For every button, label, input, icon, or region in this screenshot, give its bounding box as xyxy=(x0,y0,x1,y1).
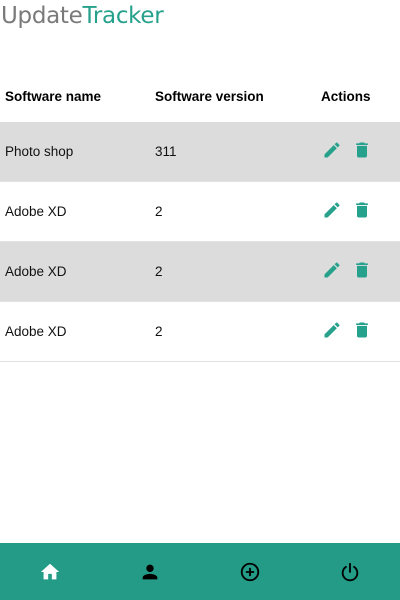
software-table: Software name Software version Actions P… xyxy=(0,72,400,362)
trash-icon[interactable] xyxy=(352,200,372,220)
header-software-version: Software version xyxy=(155,89,264,104)
pencil-icon[interactable] xyxy=(322,140,342,160)
software-name-cell: Photo shop xyxy=(5,144,74,159)
table-row: Adobe XD 2 xyxy=(0,242,400,302)
home-icon xyxy=(40,563,60,579)
row-actions xyxy=(322,200,372,220)
table-header: Software name Software version Actions xyxy=(0,72,400,122)
row-actions xyxy=(322,140,372,160)
row-actions xyxy=(322,320,372,340)
table-row: Adobe XD 2 xyxy=(0,182,400,242)
software-version-cell: 311 xyxy=(155,144,177,159)
trash-icon[interactable] xyxy=(352,140,372,160)
software-version-cell: 2 xyxy=(155,204,163,219)
table-row: Photo shop 311 xyxy=(0,122,400,182)
person-icon xyxy=(142,564,158,579)
software-name-cell: Adobe XD xyxy=(5,204,67,219)
software-version-cell: 2 xyxy=(155,264,163,279)
header-software-name: Software name xyxy=(5,89,102,104)
add-circle-icon xyxy=(240,562,260,581)
nav-home-button[interactable] xyxy=(0,543,100,600)
header-actions: Actions xyxy=(321,89,371,104)
app-title-tracker: Tracker xyxy=(82,3,164,29)
nav-logout-button[interactable] xyxy=(300,543,400,600)
software-version-cell: 2 xyxy=(155,324,163,339)
nav-add-button[interactable] xyxy=(200,543,300,600)
app-title-update: Update xyxy=(1,3,83,29)
pencil-icon[interactable] xyxy=(322,320,342,340)
pencil-icon[interactable] xyxy=(322,260,342,280)
row-actions xyxy=(322,260,372,280)
pencil-icon[interactable] xyxy=(322,200,342,220)
software-name-cell: Adobe XD xyxy=(5,264,67,279)
table-row: Adobe XD 2 xyxy=(0,302,400,362)
nav-profile-button[interactable] xyxy=(100,543,200,600)
trash-icon[interactable] xyxy=(352,320,372,340)
software-name-cell: Adobe XD xyxy=(5,324,67,339)
app-root: UpdateTracker Software name Software ver… xyxy=(0,0,400,600)
power-icon xyxy=(341,562,359,581)
bottom-nav xyxy=(0,543,400,600)
trash-icon[interactable] xyxy=(352,260,372,280)
app-title: UpdateTracker xyxy=(1,2,164,30)
